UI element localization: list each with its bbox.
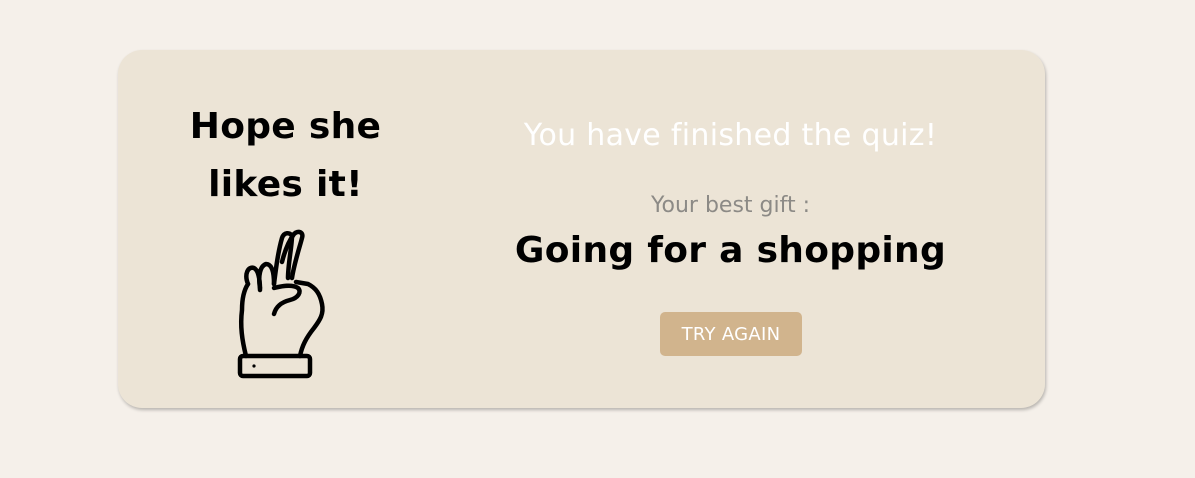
try-again-button[interactable]: TRY AGAIN	[660, 312, 802, 356]
result-illustration-panel: Hope she likes it!	[118, 50, 453, 408]
hand-palm-left	[238, 281, 251, 359]
crossed-fingers-icon	[237, 229, 325, 379]
hand-cuff	[237, 353, 313, 379]
best-gift-label: Your best gift :	[650, 193, 810, 218]
best-gift-value: Going for a shopping	[514, 230, 947, 271]
hope-title-line1: Hope she	[189, 106, 382, 147]
quiz-result-card: Hope she likes it! You have finished the…	[118, 50, 1045, 408]
hope-title: Hope she likes it!	[118, 98, 453, 214]
hand-thumb	[271, 283, 302, 317]
quiz-finished-message: You have finished the quiz!	[523, 118, 938, 153]
hope-title-line2: likes it!	[208, 164, 363, 205]
result-details-panel: You have finished the quiz! Your best gi…	[453, 50, 1008, 408]
